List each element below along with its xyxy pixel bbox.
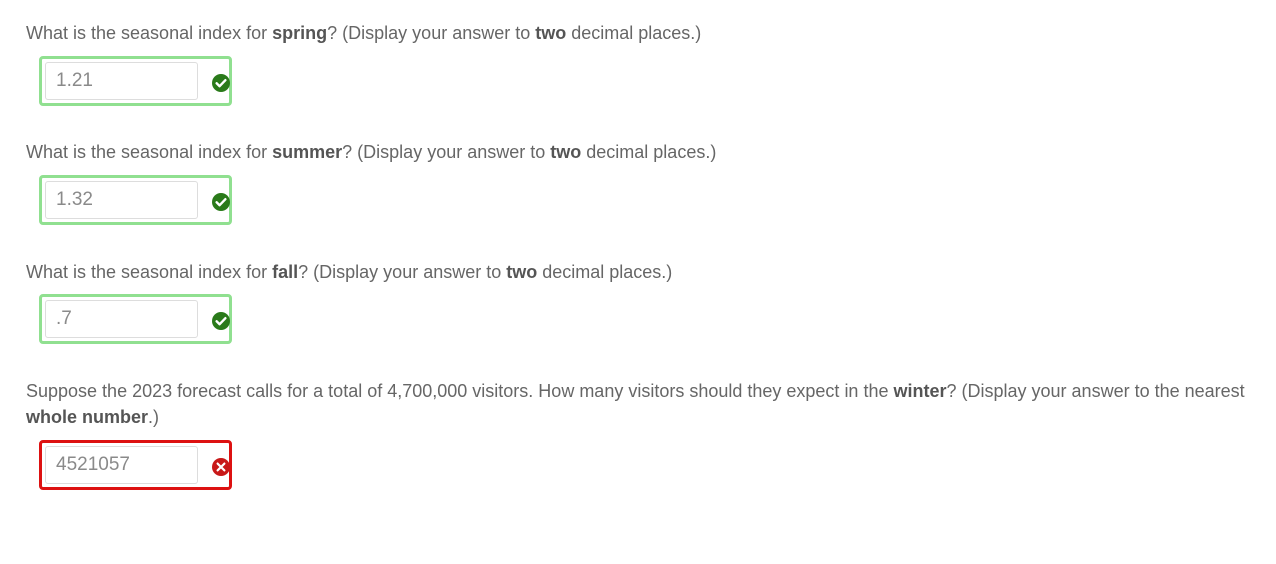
check-circle-icon [212, 74, 230, 92]
question-summer: What is the seasonal index for summer? (… [26, 142, 717, 162]
check-circle-icon [212, 193, 230, 211]
answer-box-fall [39, 294, 232, 344]
check-circle-icon [212, 312, 230, 330]
x-circle-icon [212, 458, 230, 476]
answer-input-summer[interactable] [45, 181, 198, 219]
answer-box-spring [39, 56, 232, 106]
question-winter: Suppose the 2023 forecast calls for a to… [26, 381, 1245, 427]
answer-input-fall[interactable] [45, 300, 198, 338]
question-spring: What is the seasonal index for spring? (… [26, 23, 702, 43]
answer-box-summer [39, 175, 232, 225]
question-fall: What is the seasonal index for fall? (Di… [26, 262, 673, 282]
answer-input-spring[interactable] [45, 62, 198, 100]
answer-box-winter [39, 440, 232, 490]
answer-input-winter[interactable] [45, 446, 198, 484]
